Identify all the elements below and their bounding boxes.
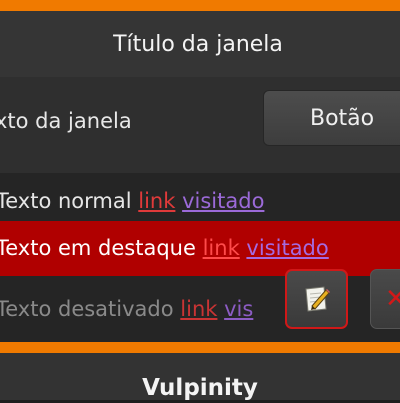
top-accent-bar [0,0,400,11]
edit-button[interactable] [285,269,348,329]
theme-preview-window: Título da janela xto da janela Botão Tex… [0,11,400,342]
normal-text: Texto normal [0,189,132,213]
close-icon: ✕ [385,284,400,314]
window-text-label: xto da janela [0,109,132,133]
normal-link[interactable]: link [138,189,175,213]
disabled-visited-link: vis [224,297,254,321]
window-titlebar: Título da janela [0,11,400,77]
next-preview-panel: Vulpinity [0,353,400,401]
pencil-paper-icon [304,286,330,312]
next-panel-title: Vulpinity [142,375,258,401]
window-body: xto da janela Botão [0,77,400,173]
bottom-accent-bar [0,342,400,353]
normal-visited-link[interactable]: visitado [182,189,264,213]
sample-button[interactable]: Botão [263,90,400,146]
normal-text-row: Texto normal link visitado [0,179,264,223]
highlight-text: Texto em destaque [0,236,196,260]
close-button[interactable]: ✕ [370,269,400,329]
disabled-link: link [180,297,218,321]
window-title: Título da janela [113,31,283,57]
highlight-visited-link[interactable]: visitado [246,236,328,260]
disabled-text-row: Texto desativado link vis [0,287,253,331]
sample-button-label: Botão [310,105,375,131]
highlight-text-row: Texto em destaque link visitado [0,221,400,276]
disabled-text: Texto desativado [0,297,174,321]
highlight-link[interactable]: link [203,236,240,260]
